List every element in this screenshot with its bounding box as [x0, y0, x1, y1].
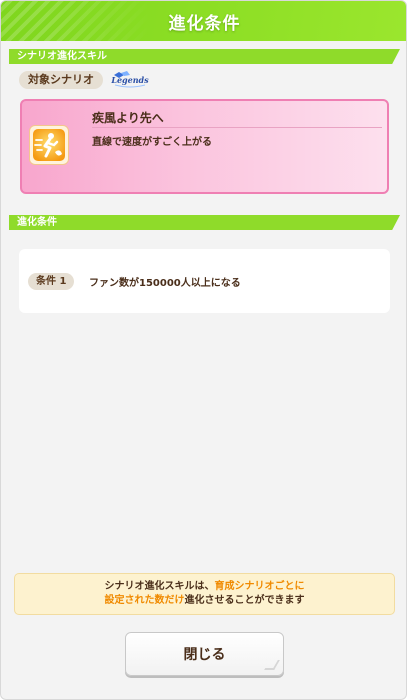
condition-heading: 進化条件 — [17, 217, 57, 228]
dialog-header: 進化条件 — [1, 1, 406, 41]
info-line-2: 設定された数だけ進化させることができます — [104, 595, 305, 606]
condition-text: ファン数が150000人以上になる — [89, 278, 241, 289]
target-scenario-label: 対象シナリオ — [19, 71, 103, 89]
condition-label: 条件 1 — [28, 273, 75, 290]
scenario-logo: Legends — [110, 71, 149, 89]
skill-card[interactable]: 疾風より先へ 直線で速度がすごく上がる — [20, 99, 389, 194]
skill-name: 疾風より先へ — [92, 111, 164, 125]
condition-panel: 条件 1 ファン数が150000人以上になる — [19, 249, 390, 313]
info-line-1: シナリオ進化スキルは、育成シナリオごとに — [104, 581, 305, 592]
skill-description: 直線で速度がすごく上がる — [92, 137, 212, 148]
info-box: シナリオ進化スキルは、育成シナリオごとに 設定された数だけ進化させることができま… — [14, 573, 395, 615]
close-button-label: 閉じる — [183, 647, 226, 663]
target-scenario-row: 対象シナリオ Legends — [19, 71, 149, 89]
close-button[interactable]: 閉じる — [125, 632, 284, 676]
scenario-logo-text: Legends — [111, 75, 149, 85]
scenario-skill-section-bar: シナリオ進化スキル — [9, 49, 400, 64]
scenario-skill-heading: シナリオ進化スキル — [17, 51, 107, 62]
skill-divider — [92, 127, 382, 128]
evolution-condition-dialog: 進化条件 シナリオ進化スキル 対象シナリオ Legends 疾風より先へ 直線で… — [0, 0, 407, 700]
dialog-title: 進化条件 — [168, 13, 241, 34]
header-stripe-decoration — [1, 1, 151, 41]
speed-skill-icon — [29, 125, 69, 165]
condition-section-bar: 進化条件 — [9, 215, 400, 230]
